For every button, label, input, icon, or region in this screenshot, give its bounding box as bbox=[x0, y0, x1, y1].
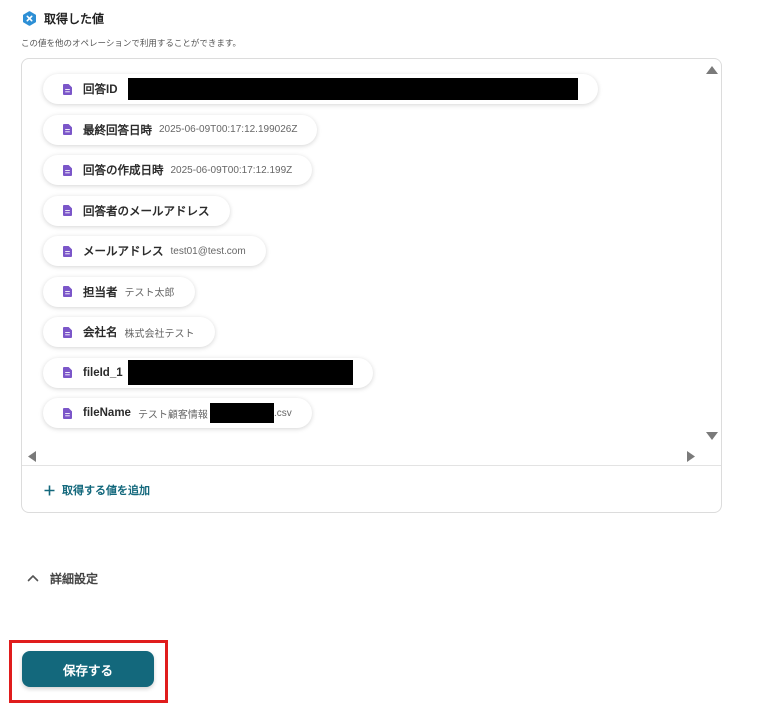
value-chip-value: 2025-06-09T00:17:12.199Z bbox=[170, 164, 293, 176]
values-list: 回答ID 最終回答日時 2025-06-09T00:17:12.199026Z … bbox=[43, 74, 598, 428]
redacted-value bbox=[127, 78, 578, 100]
value-chip-file-name[interactable]: fileName テスト顧客情報 .csv bbox=[43, 398, 312, 428]
value-chip-created-at[interactable]: 回答の作成日時 2025-06-09T00:17:12.199Z bbox=[43, 155, 313, 185]
document-icon bbox=[63, 205, 72, 216]
section-header: 取得した値 bbox=[22, 10, 104, 26]
chevron-up-icon bbox=[27, 574, 39, 582]
redacted-value bbox=[127, 360, 353, 385]
value-chip-answer-id[interactable]: 回答ID bbox=[43, 74, 598, 104]
document-icon bbox=[63, 407, 72, 419]
add-value-label: 取得する値を追加 bbox=[62, 485, 150, 497]
value-chip-value-prefix: テスト顧客情報 bbox=[137, 409, 208, 421]
value-chip-label: 担当者 bbox=[83, 286, 118, 299]
section-title: 取得した値 bbox=[44, 11, 105, 26]
value-chip-label: fileId_1 bbox=[83, 366, 123, 379]
triangle-down-icon[interactable] bbox=[706, 432, 718, 440]
value-chip-value-suffix: .csv bbox=[273, 407, 292, 419]
value-chip-label: 回答の作成日時 bbox=[83, 165, 164, 177]
x-badge-icon bbox=[22, 10, 37, 26]
value-chip-file-id[interactable]: fileId_1 bbox=[43, 357, 373, 388]
triangle-up-icon[interactable] bbox=[706, 66, 718, 74]
fetched-values-panel: 回答ID 最終回答日時 2025-06-09T00:17:12.199026Z … bbox=[21, 58, 722, 513]
document-icon bbox=[63, 367, 72, 378]
document-icon bbox=[63, 164, 72, 176]
value-chip-label: 最終回答日時 bbox=[83, 124, 152, 137]
redacted-value bbox=[209, 403, 274, 423]
value-chip-company-name[interactable]: 会社名 株式会社テスト bbox=[43, 317, 215, 347]
value-chip-respondent-email[interactable]: 回答者のメールアドレス bbox=[43, 195, 230, 226]
value-chip-value: test01@test.com bbox=[170, 245, 246, 257]
triangle-left-icon[interactable] bbox=[28, 451, 36, 462]
advanced-settings-toggle[interactable]: 詳細設定 bbox=[27, 569, 98, 587]
value-chip-value: 株式会社テスト bbox=[124, 328, 195, 340]
advanced-settings-label: 詳細設定 bbox=[50, 571, 99, 586]
value-chip-value: 2025-06-09T00:17:12.199026Z bbox=[159, 124, 298, 135]
save-button[interactable]: 保存する bbox=[22, 651, 154, 687]
value-chip-label: fileName bbox=[83, 407, 131, 419]
value-chip-person-in-charge[interactable]: 担当者 テスト太郎 bbox=[43, 276, 195, 307]
add-value-button[interactable]: 取得する値を追加 bbox=[44, 480, 150, 500]
plus-icon bbox=[44, 485, 55, 496]
value-chip-last-answered-at[interactable]: 最終回答日時 2025-06-09T00:17:12.199026Z bbox=[43, 114, 318, 145]
triangle-right-icon[interactable] bbox=[687, 451, 695, 462]
document-icon bbox=[63, 245, 72, 257]
value-chip-value: テスト太郎 bbox=[124, 288, 175, 299]
document-icon bbox=[63, 124, 72, 135]
value-chip-label: 回答者のメールアドレス bbox=[83, 205, 210, 218]
value-chip-email[interactable]: メールアドレス test01@test.com bbox=[43, 236, 266, 266]
document-icon bbox=[63, 286, 72, 297]
value-chip-label: 会社名 bbox=[83, 327, 118, 339]
value-chip-label: メールアドレス bbox=[83, 246, 164, 258]
document-icon bbox=[63, 83, 72, 95]
value-chip-label: 回答ID bbox=[83, 84, 118, 96]
section-description: この値を他のオペレーションで利用することができます。 bbox=[21, 38, 241, 48]
document-icon bbox=[63, 326, 72, 338]
values-scroll-area[interactable]: 回答ID 最終回答日時 2025-06-09T00:17:12.199026Z … bbox=[22, 59, 721, 466]
